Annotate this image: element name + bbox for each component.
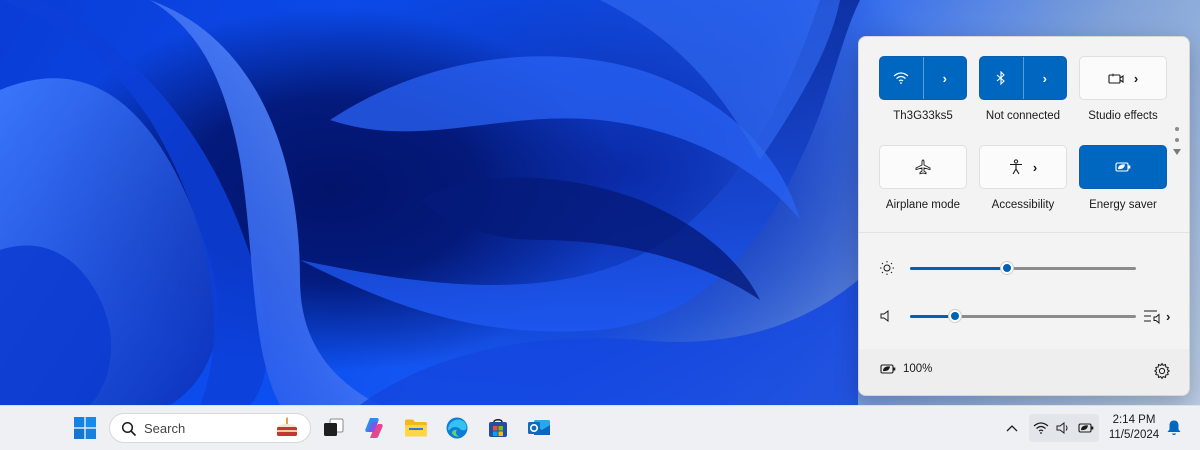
chevron-right-icon: › [1042,70,1047,86]
airplane-mode-tile[interactable] [879,145,967,189]
brightness-slider-fill [910,267,1008,270]
search-highlight-cake-icon [277,417,297,436]
notification-bell-icon[interactable] [1166,419,1182,437]
wifi-icon [1033,422,1049,434]
energy-saver-tile-label: Energy saver [1089,199,1157,211]
file-explorer-icon[interactable] [402,414,430,442]
chevron-right-icon: › [1032,159,1038,175]
copilot-icon[interactable] [360,414,388,442]
bluetooth-tile-label: Not connected [985,110,1061,122]
studio-effects-tile[interactable]: › [1079,56,1167,100]
page-dot [1175,138,1179,142]
volume-icon [1056,422,1068,434]
tiles-page-indicator[interactable] [1172,127,1182,197]
volume-icon[interactable] [879,308,897,324]
wifi-expand-button[interactable]: › [924,57,967,99]
search-placeholder: Search [144,421,186,436]
energy-saver-icon [1115,162,1131,172]
quick-settings-panel: › Th3G33ks5 › Not connected › Studio eff… [858,36,1190,396]
brightness-slider[interactable] [910,261,1136,275]
quick-settings-tiles: › Th3G33ks5 › Not connected › Studio eff… [859,37,1189,232]
battery-icon [880,364,896,374]
volume-slider-thumb[interactable] [948,309,963,323]
brightness-slider-thumb[interactable] [1000,261,1015,275]
page-dot [1175,127,1179,131]
quick-settings-footer: 100% [859,349,1189,395]
brightness-slider-row [879,258,1179,278]
brightness-icon [880,261,894,275]
task-view-icon[interactable] [319,414,347,442]
battery-status[interactable]: 100% [879,363,932,375]
chevron-right-icon: › [942,70,947,86]
bluetooth-icon [996,71,1006,85]
airplane-icon [915,159,931,175]
settings-gear-icon[interactable] [1153,362,1171,380]
airplane-mode-tile-label: Airplane mode [885,199,961,211]
audio-output-icon [1144,310,1160,324]
windows-start-icon[interactable] [71,414,99,442]
taskbar: Search 2:14 PM 11/5/2024 [0,405,1200,450]
microsoft-store-icon[interactable] [484,414,512,442]
energy-saver-tile[interactable] [1079,145,1167,189]
audio-output-button[interactable]: › [1143,307,1179,325]
taskbar-search-box[interactable]: Search [109,413,311,443]
volume-slider[interactable] [910,309,1136,323]
chevron-up-icon [1006,425,1018,432]
search-icon [121,421,137,437]
show-hidden-icons-button[interactable] [999,414,1025,442]
accessibility-tile-label: Accessibility [991,199,1055,211]
tiles-divider [859,232,1189,233]
chevron-right-icon: › [1133,70,1139,86]
bluetooth-toggle[interactable] [980,57,1024,99]
bluetooth-tile[interactable]: › [979,56,1067,100]
chevron-right-icon: › [1166,308,1171,324]
battery-icon [1078,423,1094,433]
edge-browser-icon[interactable] [443,414,471,442]
bluetooth-expand-button[interactable]: › [1024,57,1067,99]
accessibility-tile[interactable]: › [979,145,1067,189]
wifi-toggle[interactable] [880,57,924,99]
volume-slider-row: › [879,306,1179,326]
clock-date: 11/5/2024 [1108,429,1160,441]
wifi-icon [893,72,909,84]
outlook-icon[interactable] [525,414,553,442]
studio-effects-tile-label: Studio effects [1088,110,1158,122]
battery-percentage: 100% [903,363,933,375]
clock-time: 2:14 PM [1112,414,1156,426]
system-tray-network-volume-battery[interactable] [1029,414,1099,442]
wifi-tile[interactable]: › [879,56,967,100]
accessibility-icon [1009,159,1022,175]
taskbar-clock[interactable]: 2:14 PM 11/5/2024 [1104,413,1164,443]
windows-logo [74,417,96,439]
page-down-arrow-icon[interactable] [1173,149,1181,155]
studio-effects-icon [1108,72,1124,84]
wifi-tile-label: Th3G33ks5 [893,110,953,122]
